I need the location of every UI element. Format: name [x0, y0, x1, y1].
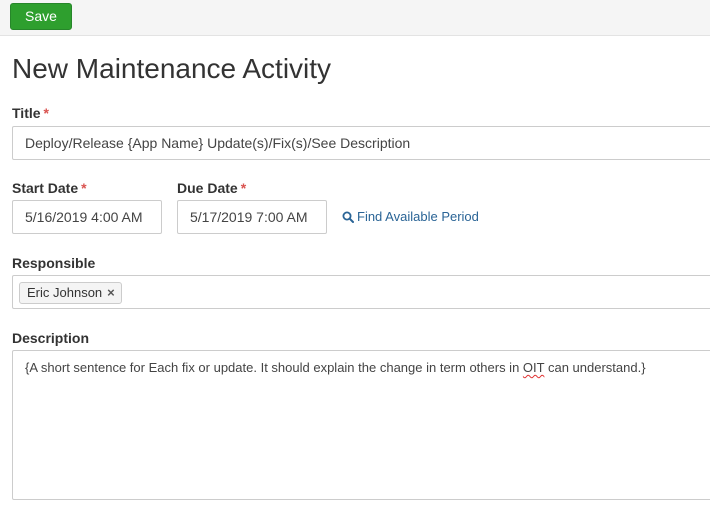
save-button[interactable]: Save — [10, 3, 72, 30]
find-available-period-label: Find Available Period — [357, 209, 479, 224]
required-marker: * — [43, 105, 49, 121]
responsible-label: Responsible — [12, 255, 96, 271]
spellcheck-flagged-word: OIT — [522, 360, 545, 375]
responsible-tag: Eric Johnson × — [19, 282, 122, 304]
start-date-input[interactable]: 5/16/2019 4:00 AM — [12, 200, 162, 234]
due-date-label-text: Due Date — [177, 180, 238, 196]
remove-tag-icon[interactable]: × — [107, 283, 115, 303]
start-date-label: Start Date * — [12, 179, 87, 197]
find-available-period-link[interactable]: Find Available Period — [342, 208, 479, 226]
page-title: New Maintenance Activity — [12, 53, 332, 84]
title-input[interactable]: Deploy/Release {App Name} Update(s)/Fix(… — [12, 126, 710, 160]
title-label-text: Title — [12, 105, 41, 121]
description-text: {A short sentence for Each fix or update… — [25, 360, 523, 375]
description-label: Description — [12, 330, 90, 346]
due-date-label: Due Date * — [177, 179, 246, 197]
title-label: Title * — [12, 104, 49, 122]
search-icon — [342, 211, 354, 223]
toolbar: Save — [0, 0, 710, 36]
description-textarea[interactable]: {A short sentence for Each fix or update… — [12, 350, 710, 500]
required-marker: * — [81, 180, 87, 196]
required-marker: * — [240, 180, 247, 196]
responsible-tag-name: Eric Johnson — [27, 285, 103, 300]
start-date-label-text: Start Date — [12, 180, 79, 196]
responsible-input[interactable]: Eric Johnson × — [12, 275, 710, 309]
due-date-input[interactable]: 5/17/2019 7:00 AM — [177, 200, 327, 234]
description-text-end: can understand.} — [544, 360, 646, 375]
